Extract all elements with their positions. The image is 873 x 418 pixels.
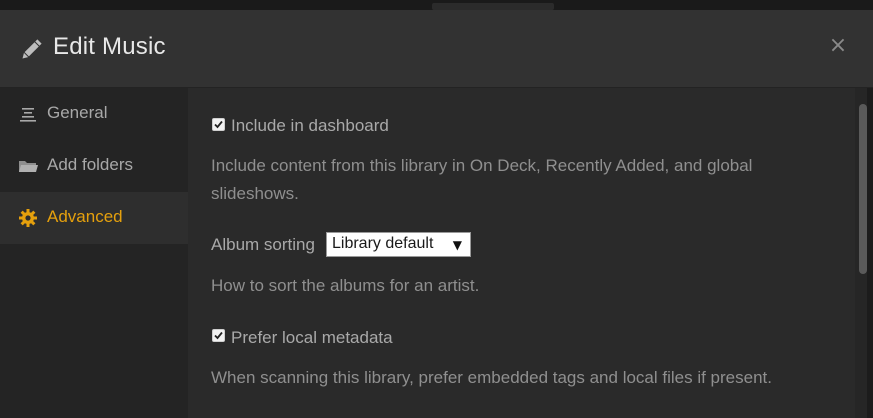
gear-icon — [19, 209, 37, 227]
dropdown-arrow-icon: ▼ — [452, 238, 462, 252]
include-dashboard-help: Include content from this library in On … — [211, 156, 753, 203]
sidebar-item-general[interactable]: General — [0, 88, 188, 140]
album-sorting-help: How to sort the albums for an artist. — [211, 276, 480, 295]
sidebar-item-advanced[interactable]: Advanced — [0, 192, 188, 244]
settings-content: Include in dashboard Include content fro… — [188, 88, 855, 418]
prefer-local-metadata-label: Prefer local metadata — [231, 328, 393, 347]
include-dashboard-label: Include in dashboard — [231, 116, 389, 135]
pencil-icon — [22, 39, 42, 59]
modal-title: Edit Music — [53, 33, 166, 60]
sidebar-item-label: Add folders — [47, 155, 133, 174]
settings-sidebar: General Add folders Advanced — [0, 88, 188, 418]
checkmark-icon — [214, 120, 223, 129]
folder-icon — [19, 161, 38, 172]
album-sorting-value: Library default — [332, 235, 434, 252]
list-lines-icon — [20, 108, 36, 122]
sidebar-item-label: Advanced — [47, 207, 123, 226]
backdrop-bar — [432, 3, 554, 10]
album-sorting-select[interactable]: Library default ▼ — [326, 232, 471, 257]
prefer-local-metadata-checkbox[interactable] — [212, 329, 225, 342]
close-button[interactable]: × — [826, 32, 850, 60]
page-backdrop — [0, 0, 873, 10]
modal-header: Edit Music × — [0, 10, 873, 88]
checkmark-icon — [214, 331, 223, 340]
sidebar-item-add-folders[interactable]: Add folders — [0, 140, 188, 192]
include-dashboard-checkbox[interactable] — [212, 118, 225, 131]
page-edge — [867, 88, 873, 418]
sidebar-item-label: General — [47, 103, 108, 122]
scrollbar-thumb[interactable] — [859, 104, 867, 274]
album-sorting-label: Album sorting — [211, 235, 315, 254]
edit-library-modal: Edit Music × General Add folders Advance… — [0, 10, 873, 418]
prefer-local-metadata-help: When scanning this library, prefer embed… — [211, 368, 772, 387]
